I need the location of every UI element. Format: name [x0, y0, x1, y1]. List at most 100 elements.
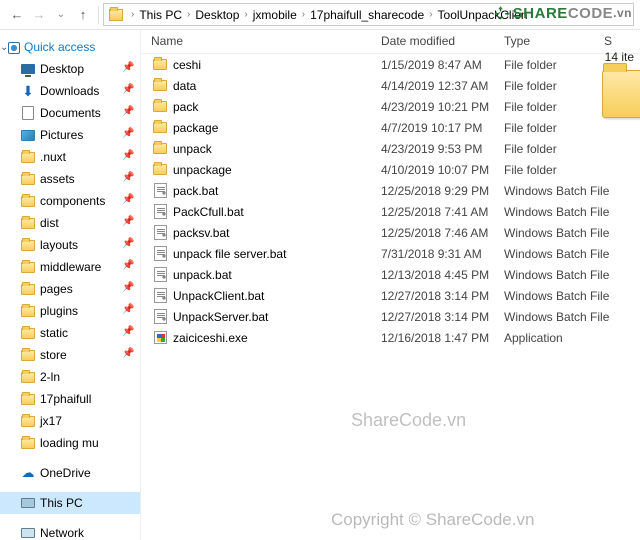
file-name: unpack file server.bat — [169, 247, 381, 261]
sidebar-item[interactable]: 2-ln — [0, 366, 140, 388]
folder-icon — [20, 193, 36, 209]
sidebar-item[interactable]: pages📌 — [0, 278, 140, 300]
sidebar-item[interactable]: .nuxt📌 — [0, 146, 140, 168]
chevron-down-icon[interactable]: ⌄ — [0, 40, 10, 55]
sidebar-item[interactable]: layouts📌 — [0, 234, 140, 256]
sidebar-onedrive[interactable]: ☁ OneDrive — [0, 462, 140, 484]
file-row[interactable]: UnpackServer.bat12/27/2018 3:14 PMWindow… — [141, 306, 640, 327]
sidebar-network[interactable]: Network — [0, 522, 140, 540]
recent-dropdown[interactable]: ⌄ — [50, 4, 72, 26]
sidebar-item[interactable]: middleware📌 — [0, 256, 140, 278]
file-row[interactable]: unpack4/23/2019 9:53 PMFile folder — [141, 138, 640, 159]
folder-icon — [20, 171, 36, 187]
folder-icon — [20, 215, 36, 231]
logo-text: SHARECODE — [513, 5, 613, 22]
pin-icon: 📌 — [122, 84, 132, 94]
navigation-pane: ⌄ Quick access Desktop📌⬇Downloads📌Docume… — [0, 30, 141, 540]
sidebar-item[interactable]: Pictures 📌 — [0, 124, 140, 146]
sidebar-item[interactable]: static📌 — [0, 322, 140, 344]
folder-icon — [20, 149, 36, 165]
file-name: pack — [169, 100, 381, 114]
forward-button[interactable]: → — [28, 4, 50, 26]
file-name: UnpackServer.bat — [169, 310, 381, 324]
column-date[interactable]: Date modified — [371, 30, 494, 53]
network-icon — [20, 525, 36, 540]
folder-icon — [20, 237, 36, 253]
sidebar-item-label: store — [40, 348, 67, 362]
folder-icon — [151, 122, 169, 133]
folder-icon — [20, 259, 36, 275]
crumb[interactable]: jxmobile — [251, 8, 299, 22]
back-button[interactable]: ← — [6, 4, 28, 26]
file-type: Windows Batch File — [504, 226, 624, 240]
up-button[interactable]: ↑ — [72, 4, 94, 26]
pin-icon: 📌 — [122, 304, 132, 314]
chevron-right-icon: › — [128, 9, 137, 20]
file-row[interactable]: PackCfull.bat12/25/2018 7:41 AMWindows B… — [141, 201, 640, 222]
sidebar-item[interactable]: plugins📌 — [0, 300, 140, 322]
file-date: 4/7/2019 10:17 PM — [381, 121, 504, 135]
file-date: 4/14/2019 12:37 AM — [381, 79, 504, 93]
sidebar-item[interactable]: Documents📌 — [0, 102, 140, 124]
sidebar-item[interactable]: components📌 — [0, 190, 140, 212]
sidebar-item[interactable]: ⬇Downloads📌 — [0, 80, 140, 102]
column-headers: Name Date modified Type S — [141, 30, 640, 54]
file-date: 7/31/2018 9:31 AM — [381, 247, 504, 261]
file-type: Windows Batch File — [504, 289, 624, 303]
file-name: packsv.bat — [169, 226, 381, 240]
sidebar-item[interactable]: Desktop📌 — [0, 58, 140, 80]
onedrive-icon: ☁ — [20, 465, 36, 481]
quick-access-header[interactable]: ⌄ Quick access — [0, 36, 140, 58]
crumb[interactable]: Desktop — [193, 8, 241, 22]
chevron-right-icon: › — [241, 9, 250, 20]
file-date: 12/16/2018 1:47 PM — [381, 331, 504, 345]
sidebar-item-label: Pictures — [40, 128, 83, 142]
pin-icon: 📌 — [122, 128, 132, 138]
column-type[interactable]: Type — [494, 30, 594, 53]
file-date: 12/25/2018 7:41 AM — [381, 205, 504, 219]
sidebar-item[interactable]: dist📌 — [0, 212, 140, 234]
file-row[interactable]: pack.bat12/25/2018 9:29 PMWindows Batch … — [141, 180, 640, 201]
pin-icon: 📌 — [122, 172, 132, 182]
chevron-right-icon: › — [299, 9, 308, 20]
file-date: 4/23/2019 10:21 PM — [381, 100, 504, 114]
file-type: Windows Batch File — [504, 310, 624, 324]
file-type: File folder — [504, 163, 624, 177]
file-row[interactable]: pack4/23/2019 10:21 PMFile folder — [141, 96, 640, 117]
sidebar-this-pc[interactable]: This PC — [0, 492, 140, 514]
sharecode-logo: SHARECODE.vn — [493, 4, 632, 22]
sidebar-item[interactable]: loading mu — [0, 432, 140, 454]
down-icon: ⬇ — [20, 83, 36, 99]
column-name[interactable]: Name — [141, 30, 371, 53]
file-row[interactable]: UnpackClient.bat12/27/2018 3:14 PMWindow… — [141, 285, 640, 306]
file-list-pane: Name Date modified Type S 14 ite ceshi1/… — [141, 30, 640, 540]
desk-icon — [20, 61, 36, 77]
sidebar-item[interactable]: jx17 — [0, 410, 140, 432]
file-row[interactable]: zaiciceshi.exe12/16/2018 1:47 PMApplicat… — [141, 327, 640, 348]
sidebar-item[interactable]: 17phaifull — [0, 388, 140, 410]
file-row[interactable]: unpackage4/10/2019 10:07 PMFile folder — [141, 159, 640, 180]
bat-icon — [151, 204, 169, 219]
crumb[interactable]: This PC — [137, 8, 184, 22]
sidebar-item-label: loading mu — [40, 436, 99, 450]
file-row[interactable]: package4/7/2019 10:17 PMFile folder — [141, 117, 640, 138]
folder-icon — [20, 435, 36, 451]
file-name: package — [169, 121, 381, 135]
crumb[interactable]: 17phaifull_sharecode — [308, 8, 426, 22]
item-count: 14 ite — [605, 50, 634, 64]
file-row[interactable]: unpack.bat12/13/2018 4:45 PMWindows Batc… — [141, 264, 640, 285]
file-name: zaiciceshi.exe — [169, 331, 381, 345]
file-row[interactable]: data4/14/2019 12:37 AMFile folder — [141, 75, 640, 96]
pin-icon: 📌 — [122, 106, 132, 116]
file-row[interactable]: packsv.bat12/25/2018 7:46 AMWindows Batc… — [141, 222, 640, 243]
file-row[interactable]: unpack file server.bat7/31/2018 9:31 AMW… — [141, 243, 640, 264]
file-type: Application — [504, 331, 624, 345]
sidebar-item[interactable]: assets📌 — [0, 168, 140, 190]
bat-icon — [151, 309, 169, 324]
file-row[interactable]: ceshi1/15/2019 8:47 AMFile folder — [141, 54, 640, 75]
sidebar-item-label: 2-ln — [40, 370, 60, 384]
sidebar-item[interactable]: store📌 — [0, 344, 140, 366]
explorer-window: ← → ⌄ ↑ › This PC › Desktop › jxmobile ›… — [0, 0, 640, 540]
pin-icon: 📌 — [122, 238, 132, 248]
file-type: Windows Batch File — [504, 268, 624, 282]
